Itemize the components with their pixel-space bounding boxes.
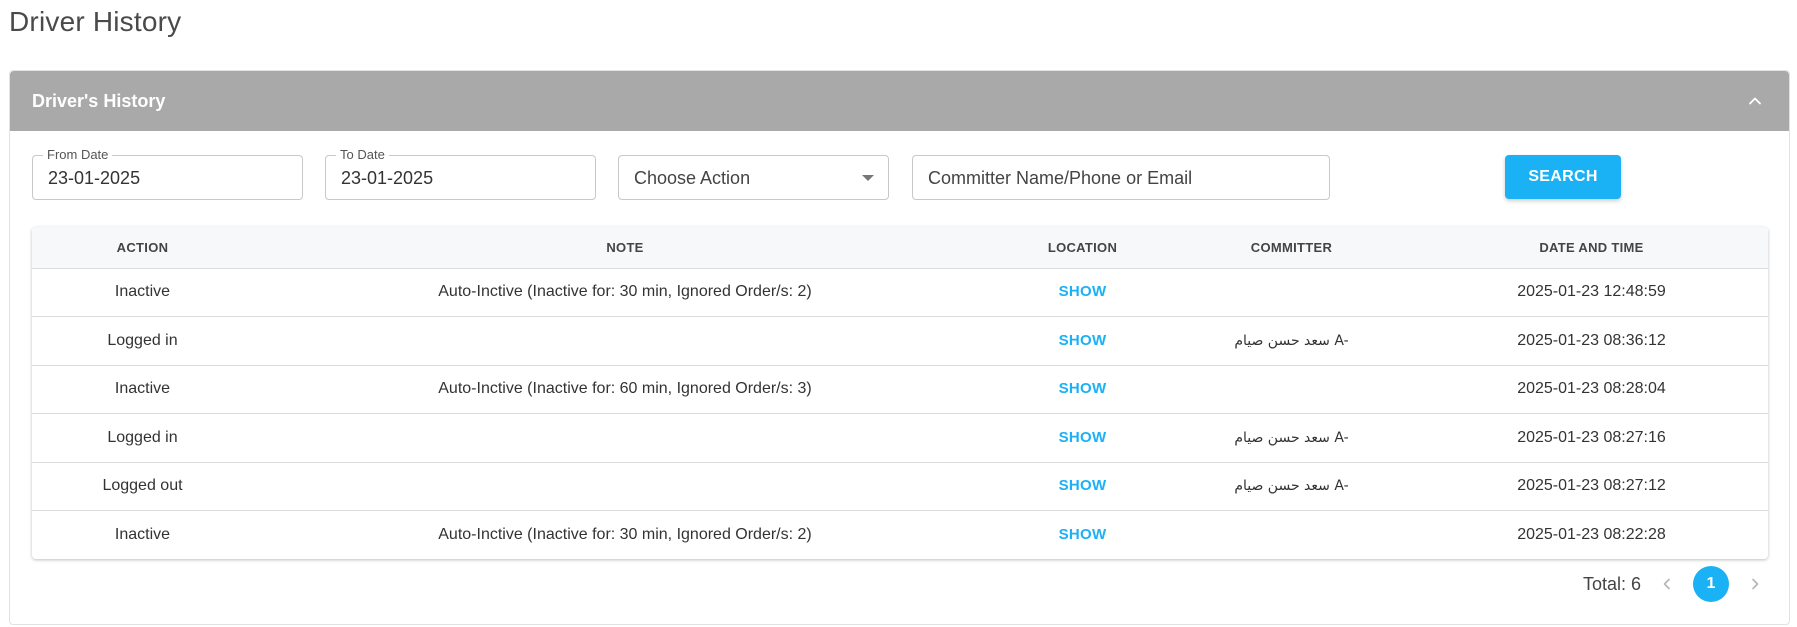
action-cell: Logged in xyxy=(32,413,253,463)
action-cell: Logged in xyxy=(32,316,253,366)
committer-cell: سعد حسن صيام A- xyxy=(1168,413,1415,463)
column-header-location: LOCATION xyxy=(997,227,1168,269)
column-header-date-time: DATE AND TIME xyxy=(1415,227,1768,269)
action-cell: Logged out xyxy=(32,462,253,511)
committer-cell xyxy=(1168,365,1415,414)
pagination: Total: 6 1 xyxy=(1583,566,1767,602)
datetime-cell: 2025-01-23 08:36:12 xyxy=(1415,316,1768,366)
location-cell: SHOW xyxy=(997,462,1168,511)
committer-cell: سعد حسن صيام A- xyxy=(1168,462,1415,511)
action-cell: Inactive xyxy=(32,365,253,414)
action-cell: Inactive xyxy=(32,268,253,317)
note-cell: Auto-Inctive (Inactive for: 60 min, Igno… xyxy=(253,365,997,414)
to-date-field[interactable]: To Date 23-01-2025 xyxy=(325,147,596,200)
from-date-label: From Date xyxy=(43,147,113,162)
action-select-placeholder: Choose Action xyxy=(634,168,751,188)
total-count: Total: 6 xyxy=(1582,573,1641,594)
note-cell xyxy=(253,462,997,511)
from-date-value: 23-01-2025 xyxy=(48,168,141,188)
note-cell xyxy=(253,316,997,366)
show-location-link[interactable]: SHOW xyxy=(1059,477,1107,494)
from-date-field[interactable]: From Date 23-01-2025 xyxy=(32,147,303,200)
table-row: Logged out SHOW سعد حسن صيام A- 2025-01-… xyxy=(32,462,1768,511)
show-location-link[interactable]: SHOW xyxy=(1059,429,1107,446)
action-select[interactable]: Choose Action xyxy=(618,155,889,200)
to-date-value: 23-01-2025 xyxy=(341,168,434,188)
show-location-link[interactable]: SHOW xyxy=(1059,526,1107,543)
page-number-button[interactable]: 1 xyxy=(1693,566,1729,602)
committer-cell: سعد حسن صيام A- xyxy=(1168,316,1415,366)
committer-cell xyxy=(1168,268,1415,317)
datetime-cell: 2025-01-23 08:22:28 xyxy=(1517,526,1666,543)
location-cell: SHOW xyxy=(997,413,1168,463)
table-row: Inactive Auto-Inctive (Inactive for: 60 … xyxy=(32,365,1768,414)
note-cell xyxy=(253,413,997,463)
note-cell: Auto-Inctive (Inactive for: 30 min, Igno… xyxy=(438,526,812,543)
committer-search-placeholder: Committer Name/Phone or Email xyxy=(928,168,1193,188)
note-cell: Auto-Inctive (Inactive for: 30 min, Igno… xyxy=(253,268,997,317)
history-table: ACTION NOTE LOCATION COMMITTER DATE AND … xyxy=(32,227,1768,559)
location-cell: SHOW xyxy=(997,511,1168,560)
show-location-link[interactable]: SHOW xyxy=(1059,380,1107,397)
caret-down-icon xyxy=(862,175,874,181)
to-date-label: To Date xyxy=(336,147,389,162)
page-title: Driver History xyxy=(9,6,182,37)
datetime-cell: 2025-01-23 08:27:12 xyxy=(1415,462,1768,511)
location-cell: SHOW xyxy=(997,365,1168,414)
chevron-left-icon[interactable] xyxy=(1655,572,1679,596)
drivers-history-card: Driver's History From Date 23-01-2025 To… xyxy=(9,70,1790,625)
committer-cell xyxy=(1168,511,1415,560)
committer-search-input[interactable]: Committer Name/Phone or Email xyxy=(912,155,1330,200)
table-row: Logged in SHOW سعد حسن صيام A- 2025-01-2… xyxy=(32,413,1768,463)
location-cell: SHOW xyxy=(997,316,1168,366)
table-row: Inactive Auto-Inctive (Inactive for: 30 … xyxy=(32,511,1768,560)
show-location-link[interactable]: SHOW xyxy=(1059,283,1107,300)
column-header-note: NOTE xyxy=(253,227,997,269)
action-cell: Inactive xyxy=(114,526,171,543)
card-title: Driver's History xyxy=(32,90,166,111)
datetime-cell: 2025-01-23 08:28:04 xyxy=(1415,365,1768,414)
chevron-right-icon[interactable] xyxy=(1743,572,1767,596)
datetime-cell: 2025-01-23 12:48:59 xyxy=(1415,268,1768,317)
table-row: Inactive Auto-Inctive (Inactive for: 30 … xyxy=(32,268,1768,317)
chevron-up-icon[interactable] xyxy=(1743,89,1767,113)
search-button[interactable]: SEARCH xyxy=(1505,155,1621,199)
datetime-cell: 2025-01-23 08:27:16 xyxy=(1415,413,1768,463)
column-header-committer: COMMITTER xyxy=(1168,227,1415,269)
card-header[interactable]: Driver's History xyxy=(10,71,1789,131)
table-header-row: ACTION NOTE LOCATION COMMITTER DATE AND … xyxy=(32,227,1768,269)
table-row: Logged in SHOW سعد حسن صيام A- 2025-01-2… xyxy=(32,316,1768,366)
filters-bar: From Date 23-01-2025 To Date 23-01-2025 … xyxy=(32,147,1789,201)
location-cell: SHOW xyxy=(997,268,1168,317)
show-location-link[interactable]: SHOW xyxy=(1059,332,1107,349)
column-header-action: ACTION xyxy=(32,227,253,269)
